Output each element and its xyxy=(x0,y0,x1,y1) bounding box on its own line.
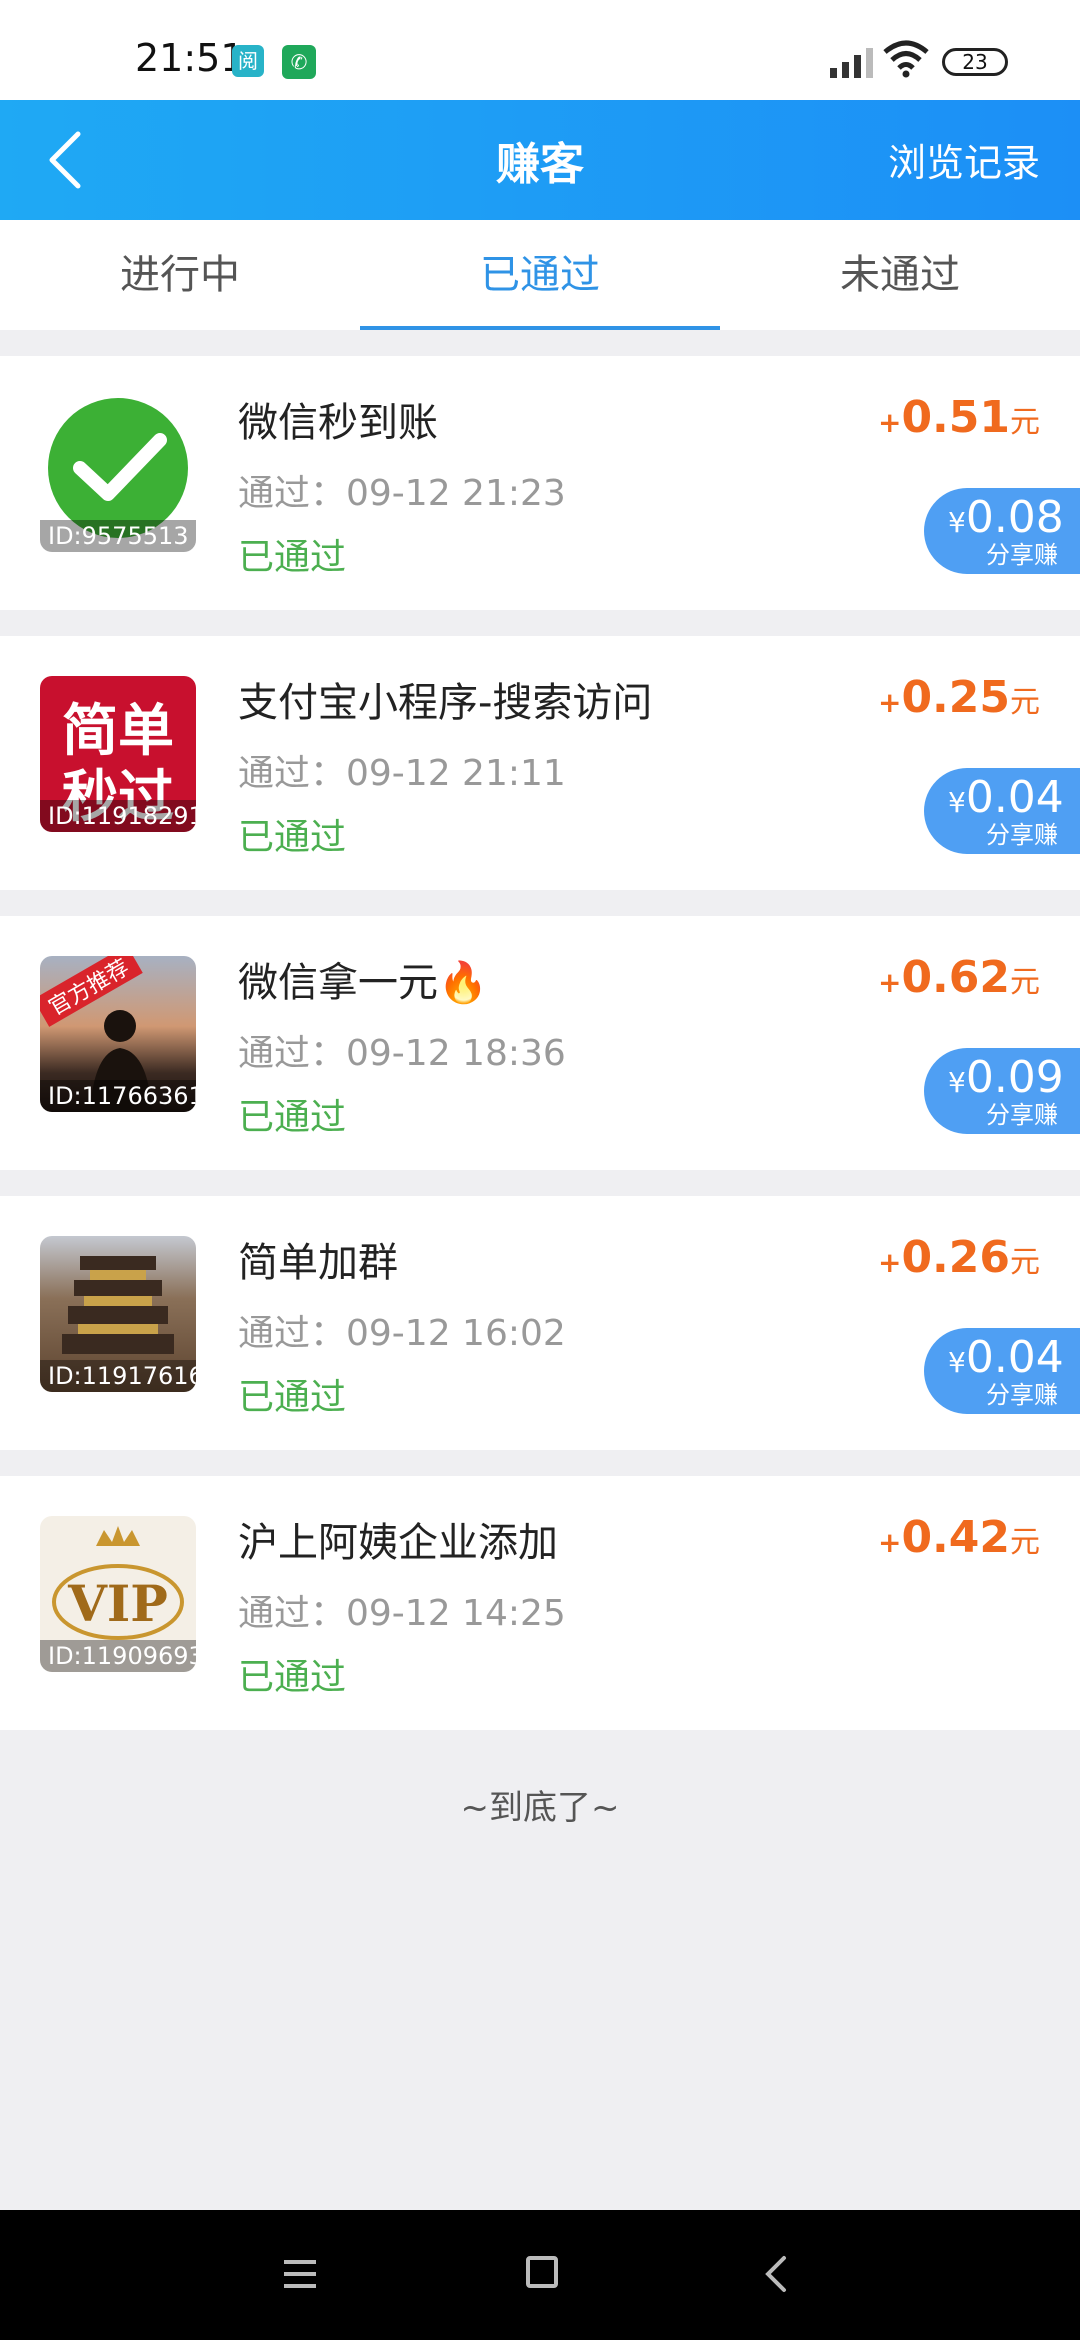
signal-icon xyxy=(830,48,873,78)
status-label: 已通过 xyxy=(238,537,347,578)
app-header: 赚客 浏览记录 xyxy=(0,100,1080,220)
status-label: 已通过 xyxy=(238,1657,347,1698)
reward-unit: 元 xyxy=(1010,685,1040,720)
reward-unit: 元 xyxy=(1010,965,1040,1000)
reward-amount: +0.26元 xyxy=(878,1232,1040,1283)
wifi-icon xyxy=(883,40,929,78)
reader-app-icon: 阅 xyxy=(232,45,264,77)
tab-passed[interactable]: 已通过 xyxy=(360,220,720,330)
task-title: 支付宝小程序-搜索访问 xyxy=(238,680,653,726)
task-id-label: ID:11918291 xyxy=(40,800,196,832)
task-title: 简单加群 xyxy=(238,1240,398,1286)
vip-text: VIP xyxy=(68,1574,168,1633)
task-thumbnail: 简单 秒过 ID:11918291 xyxy=(40,676,196,832)
share-label: 分享赚 xyxy=(986,1101,1058,1129)
browse-history-link[interactable]: 浏览记录 xyxy=(888,132,1040,187)
reward-sign: + xyxy=(877,686,902,719)
pass-time: 通过：09-12 21:11 xyxy=(238,753,566,794)
list-item[interactable]: 简单 秒过 ID:11918291 支付宝小程序-搜索访问 通过：09-12 2… xyxy=(0,636,1080,890)
reward-amount: +0.51元 xyxy=(878,392,1040,443)
reward-unit: 元 xyxy=(1010,1245,1040,1280)
yen-icon: ¥ xyxy=(948,1346,966,1379)
reward-sign: + xyxy=(877,1246,902,1279)
reward-sign: + xyxy=(877,966,902,999)
task-thumbnail: 官方推荐 ID:11766361 xyxy=(40,956,196,1112)
status-time: 21:51 xyxy=(135,36,245,80)
task-id-label: ID:11909693 xyxy=(40,1640,196,1672)
reward-sign: + xyxy=(877,1526,902,1559)
task-id-label: ID:9575513 xyxy=(40,520,196,552)
list-item[interactable]: VIP ID:11909693 沪上阿姨企业添加 通过：09-12 14:25 … xyxy=(0,1476,1080,1730)
list-item[interactable]: 官方推荐 ID:11766361 微信拿一元🔥 通过：09-12 18:36 已… xyxy=(0,916,1080,1170)
list-item[interactable]: ID:9575513 微信秒到账 通过：09-12 21:23 已通过 +0.5… xyxy=(0,356,1080,610)
yen-icon: ¥ xyxy=(948,1066,966,1099)
task-title: 微信秒到账 xyxy=(238,400,438,446)
reward-unit: 元 xyxy=(1010,1525,1040,1560)
pass-time: 通过：09-12 16:02 xyxy=(238,1313,566,1354)
list-item[interactable]: ID:11917616 简单加群 通过：09-12 16:02 已通过 +0.2… xyxy=(0,1196,1080,1450)
tab-not-passed[interactable]: 未通过 xyxy=(720,220,1080,330)
share-label: 分享赚 xyxy=(986,821,1058,849)
share-earn-button[interactable]: ¥0.04 分享赚 xyxy=(924,768,1080,854)
reward-amount: +0.25元 xyxy=(878,672,1040,723)
reward-amount: +0.42元 xyxy=(878,1512,1040,1563)
task-thumbnail: ID:11917616 xyxy=(40,1236,196,1392)
task-id-label: ID:11917616 xyxy=(40,1360,196,1392)
status-label: 已通过 xyxy=(238,817,347,858)
pass-time: 通过：09-12 21:23 xyxy=(238,473,566,514)
end-of-list-note: ~到底了~ xyxy=(460,1788,620,1828)
status-bar: 21:51 阅 ✆ 23 xyxy=(0,0,1080,100)
reward-unit: 元 xyxy=(1010,405,1040,440)
task-thumbnail: ID:9575513 xyxy=(40,396,196,552)
yen-icon: ¥ xyxy=(948,506,966,539)
share-earn-button[interactable]: ¥0.09 分享赚 xyxy=(924,1048,1080,1134)
home-icon[interactable] xyxy=(526,2256,558,2288)
menu-icon[interactable] xyxy=(282,2256,318,2292)
system-nav-bar xyxy=(0,2210,1080,2340)
share-earn-button[interactable]: ¥0.04 分享赚 xyxy=(924,1328,1080,1414)
task-title: 沪上阿姨企业添加 xyxy=(238,1520,558,1566)
yen-icon: ¥ xyxy=(948,786,966,819)
pass-time: 通过：09-12 18:36 xyxy=(238,1033,566,1074)
battery-icon: 23 xyxy=(942,48,1008,76)
phone-app-icon: ✆ xyxy=(282,45,316,79)
reward-value: 0.42 xyxy=(901,1512,1010,1563)
reward-value: 0.25 xyxy=(901,672,1010,723)
reward-sign: + xyxy=(877,406,902,439)
task-id-label: ID:11766361 xyxy=(40,1080,196,1112)
reward-value: 0.62 xyxy=(901,952,1010,1003)
share-label: 分享赚 xyxy=(986,1381,1058,1409)
share-earn-button[interactable]: ¥0.08 分享赚 xyxy=(924,488,1080,574)
status-label: 已通过 xyxy=(238,1377,347,1418)
status-label: 已通过 xyxy=(238,1097,347,1138)
reward-value: 0.26 xyxy=(901,1232,1010,1283)
tab-in-progress[interactable]: 进行中 xyxy=(0,220,360,330)
tab-bar: 进行中 已通过 未通过 xyxy=(0,220,1080,330)
share-label: 分享赚 xyxy=(986,541,1058,569)
reward-value: 0.51 xyxy=(901,392,1010,443)
nav-back-icon[interactable] xyxy=(762,2254,792,2294)
pass-time: 通过：09-12 14:25 xyxy=(238,1593,566,1634)
task-list: ID:9575513 微信秒到账 通过：09-12 21:23 已通过 +0.5… xyxy=(0,356,1080,1756)
task-title: 微信拿一元🔥 xyxy=(238,960,488,1006)
reward-amount: +0.62元 xyxy=(878,952,1040,1003)
task-thumbnail: VIP ID:11909693 xyxy=(40,1516,196,1672)
